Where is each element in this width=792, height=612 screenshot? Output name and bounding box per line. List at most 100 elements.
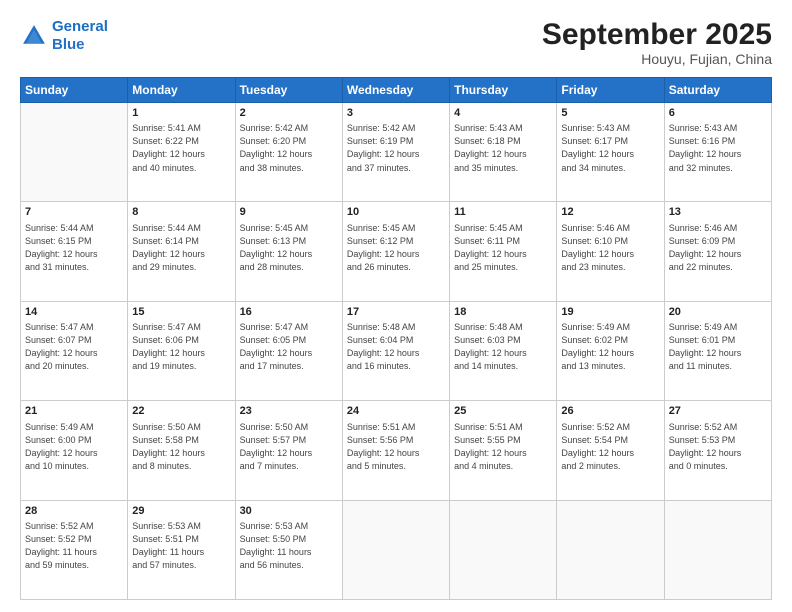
location: Houyu, Fujian, China [542,51,772,67]
day-info: Sunrise: 5:45 AM Sunset: 6:13 PM Dayligh… [240,222,338,274]
day-number: 19 [561,305,659,320]
page: General Blue September 2025 Houyu, Fujia… [0,0,792,612]
calendar-cell [557,500,664,599]
weekday-header: Tuesday [235,78,342,103]
calendar-cell: 5Sunrise: 5:43 AM Sunset: 6:17 PM Daylig… [557,103,664,202]
day-number: 8 [132,205,230,220]
day-number: 9 [240,205,338,220]
calendar-cell [21,103,128,202]
day-info: Sunrise: 5:53 AM Sunset: 5:51 PM Dayligh… [132,520,230,572]
day-info: Sunrise: 5:47 AM Sunset: 6:06 PM Dayligh… [132,321,230,373]
calendar-cell: 26 Sunrise: 5:52 AM Sunset: 5:54 PM Dayli… [557,401,664,500]
day-info: Sunrise: 5:51 AM Sunset: 5:56 PM Dayligh… [347,421,445,473]
day-info: Sunrise: 5:51 AM Sunset: 5:55 PM Dayligh… [454,421,552,473]
logo-line2: Blue [52,36,85,53]
calendar-cell: 21Sunrise: 5:49 AM Sunset: 6:00 PM Dayli… [21,401,128,500]
calendar-body: 1Sunrise: 5:41 AM Sunset: 6:22 PM Daylig… [21,103,772,600]
calendar-cell: 7 Sunrise: 5:44 AM Sunset: 6:15 PM Daylig… [21,202,128,301]
calendar-cell [450,500,557,599]
calendar-week-row: 21Sunrise: 5:49 AM Sunset: 6:00 PM Dayli… [21,401,772,500]
day-info: Sunrise: 5:49 AM Sunset: 6:01 PM Dayligh… [669,321,767,373]
day-info: Sunrise: 5:47 AM Sunset: 6:05 PM Dayligh… [240,321,338,373]
calendar-week-row: 7 Sunrise: 5:44 AM Sunset: 6:15 PM Daylig… [21,202,772,301]
logo-line1: General [52,18,108,35]
calendar-cell: 11Sunrise: 5:45 AM Sunset: 6:11 PM Dayli… [450,202,557,301]
calendar-cell: 14Sunrise: 5:47 AM Sunset: 6:07 PM Dayli… [21,301,128,400]
day-info: Sunrise: 5:42 AM Sunset: 6:19 PM Dayligh… [347,122,445,174]
title-block: September 2025 Houyu, Fujian, China [542,18,772,67]
day-info: Sunrise: 5:52 AM Sunset: 5:54 PM Dayligh… [561,421,659,473]
day-info: Sunrise: 5:43 AM Sunset: 6:18 PM Dayligh… [454,122,552,174]
calendar-cell: 16Sunrise: 5:47 AM Sunset: 6:05 PM Dayli… [235,301,342,400]
day-number: 28 [25,504,123,519]
day-number: 27 [669,404,767,419]
day-info: Sunrise: 5:48 AM Sunset: 6:04 PM Dayligh… [347,321,445,373]
day-info: Sunrise: 5:43 AM Sunset: 6:17 PM Dayligh… [561,122,659,174]
day-number: 15 [132,305,230,320]
day-info: Sunrise: 5:44 AM Sunset: 6:14 PM Dayligh… [132,222,230,274]
calendar-week-row: 1Sunrise: 5:41 AM Sunset: 6:22 PM Daylig… [21,103,772,202]
calendar-cell [664,500,771,599]
weekday-header: Monday [128,78,235,103]
calendar-cell: 6Sunrise: 5:43 AM Sunset: 6:16 PM Daylig… [664,103,771,202]
day-info: Sunrise: 5:42 AM Sunset: 6:20 PM Dayligh… [240,122,338,174]
day-info: Sunrise: 5:52 AM Sunset: 5:52 PM Dayligh… [25,520,123,572]
day-number: 11 [454,205,552,220]
day-number: 1 [132,106,230,121]
calendar-header-row: SundayMondayTuesdayWednesdayThursdayFrid… [21,78,772,103]
day-number: 4 [454,106,552,121]
day-number: 14 [25,305,123,320]
day-info: Sunrise: 5:50 AM Sunset: 5:58 PM Dayligh… [132,421,230,473]
logo: General Blue [20,18,108,54]
calendar-cell: 19Sunrise: 5:49 AM Sunset: 6:02 PM Dayli… [557,301,664,400]
day-number: 12 [561,205,659,220]
day-number: 23 [240,404,338,419]
day-info: Sunrise: 5:46 AM Sunset: 6:09 PM Dayligh… [669,222,767,274]
calendar-cell: 3Sunrise: 5:42 AM Sunset: 6:19 PM Daylig… [342,103,449,202]
weekday-header: Thursday [450,78,557,103]
calendar-cell: 4Sunrise: 5:43 AM Sunset: 6:18 PM Daylig… [450,103,557,202]
day-info: Sunrise: 5:53 AM Sunset: 5:50 PM Dayligh… [240,520,338,572]
calendar-week-row: 28Sunrise: 5:52 AM Sunset: 5:52 PM Dayli… [21,500,772,599]
calendar-cell: 1Sunrise: 5:41 AM Sunset: 6:22 PM Daylig… [128,103,235,202]
weekday-header: Friday [557,78,664,103]
day-number: 30 [240,504,338,519]
day-number: 26 [561,404,659,419]
calendar-cell: 13 Sunrise: 5:46 AM Sunset: 6:09 PM Dayli… [664,202,771,301]
day-number: 18 [454,305,552,320]
calendar-cell: 9 Sunrise: 5:45 AM Sunset: 6:13 PM Daylig… [235,202,342,301]
calendar-cell: 30Sunrise: 5:53 AM Sunset: 5:50 PM Dayli… [235,500,342,599]
weekday-header: Saturday [664,78,771,103]
day-number: 10 [347,205,445,220]
day-number: 21 [25,404,123,419]
day-number: 13 [669,205,767,220]
day-number: 16 [240,305,338,320]
day-info: Sunrise: 5:49 AM Sunset: 6:02 PM Dayligh… [561,321,659,373]
day-info: Sunrise: 5:47 AM Sunset: 6:07 PM Dayligh… [25,321,123,373]
day-number: 3 [347,106,445,121]
calendar-cell [342,500,449,599]
calendar-cell: 15Sunrise: 5:47 AM Sunset: 6:06 PM Dayli… [128,301,235,400]
day-info: Sunrise: 5:52 AM Sunset: 5:53 PM Dayligh… [669,421,767,473]
day-number: 6 [669,106,767,121]
header: General Blue September 2025 Houyu, Fujia… [20,18,772,67]
calendar-cell: 8 Sunrise: 5:44 AM Sunset: 6:14 PM Daylig… [128,202,235,301]
calendar-cell: 25 Sunrise: 5:51 AM Sunset: 5:55 PM Dayli… [450,401,557,500]
day-number: 17 [347,305,445,320]
day-number: 2 [240,106,338,121]
day-info: Sunrise: 5:44 AM Sunset: 6:15 PM Dayligh… [25,222,123,274]
weekday-header: Sunday [21,78,128,103]
day-number: 7 [25,205,123,220]
calendar-cell: 27 Sunrise: 5:52 AM Sunset: 5:53 PM Dayli… [664,401,771,500]
calendar-cell: 18Sunrise: 5:48 AM Sunset: 6:03 PM Dayli… [450,301,557,400]
calendar-week-row: 14Sunrise: 5:47 AM Sunset: 6:07 PM Dayli… [21,301,772,400]
day-number: 24 [347,404,445,419]
logo-text: General Blue [52,18,108,54]
calendar-cell: 2Sunrise: 5:42 AM Sunset: 6:20 PM Daylig… [235,103,342,202]
day-info: Sunrise: 5:41 AM Sunset: 6:22 PM Dayligh… [132,122,230,174]
calendar-cell: 10 Sunrise: 5:45 AM Sunset: 6:12 PM Dayli… [342,202,449,301]
day-number: 22 [132,404,230,419]
day-number: 25 [454,404,552,419]
weekday-header: Wednesday [342,78,449,103]
day-info: Sunrise: 5:45 AM Sunset: 6:12 PM Dayligh… [347,222,445,274]
